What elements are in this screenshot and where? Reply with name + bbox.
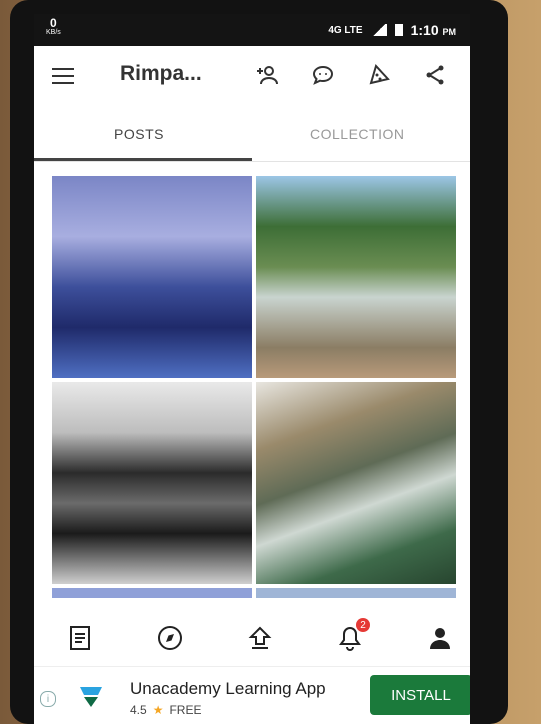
speed-unit: KB/s <box>46 29 61 36</box>
chat-icon[interactable] <box>310 62 336 88</box>
ad-rating: 4.5 ★ FREE <box>130 703 201 717</box>
status-right: 4G LTE 1:10 PM <box>328 22 456 38</box>
compass-icon[interactable] <box>156 624 184 652</box>
upload-icon[interactable] <box>246 624 274 652</box>
clock-ampm: PM <box>442 27 457 37</box>
tab-divider <box>34 161 470 162</box>
pizza-icon[interactable] <box>366 62 392 88</box>
star-icon: ★ <box>152 703 164 717</box>
rating-value: 4.5 <box>130 703 147 717</box>
tab-collection[interactable]: COLLECTION <box>310 126 404 142</box>
bottom-nav: 2 <box>34 610 470 666</box>
add-user-icon[interactable] <box>254 62 280 88</box>
clock: 1:10 PM <box>411 22 456 38</box>
post-thumbnail-partial[interactable] <box>52 588 252 598</box>
network-speed: 0 KB/s <box>46 17 61 38</box>
info-icon[interactable]: i <box>40 691 56 707</box>
post-thumbnail[interactable] <box>52 382 252 584</box>
ad-banner: i Unacademy Learning App 4.5 ★ FREE INST… <box>34 666 470 724</box>
tab-posts[interactable]: POSTS <box>114 126 164 142</box>
battery-icon <box>394 24 403 36</box>
signal-icon <box>370 24 387 36</box>
notification-badge: 2 <box>356 618 370 632</box>
profile-tabs: POSTS COLLECTION <box>34 104 470 162</box>
page-title: Rimpa... <box>120 62 202 85</box>
menu-icon[interactable] <box>52 68 74 84</box>
app-bar: Rimpa... <box>34 46 470 104</box>
post-thumbnail-partial[interactable] <box>256 588 456 598</box>
bell-icon[interactable]: 2 <box>336 618 370 652</box>
clock-time: 1:10 <box>410 22 439 38</box>
install-button[interactable]: INSTALL <box>370 675 470 715</box>
post-thumbnail[interactable] <box>256 382 456 584</box>
status-bar: 0 KB/s 4G LTE 1:10 PM <box>34 14 470 46</box>
document-icon[interactable] <box>66 624 94 652</box>
network-type: 4G LTE <box>328 24 363 36</box>
share-icon[interactable] <box>422 62 448 88</box>
ad-price: FREE <box>169 703 202 717</box>
post-thumbnail[interactable] <box>52 176 252 378</box>
post-thumbnail[interactable] <box>256 176 456 378</box>
profile-icon[interactable] <box>426 624 454 652</box>
unacademy-logo-icon <box>78 683 104 709</box>
app-screen: 0 KB/s 4G LTE 1:10 PM Rimpa... POSTS COL… <box>34 14 470 724</box>
ad-app-name[interactable]: Unacademy Learning App <box>130 679 326 699</box>
posts-grid <box>52 176 456 598</box>
